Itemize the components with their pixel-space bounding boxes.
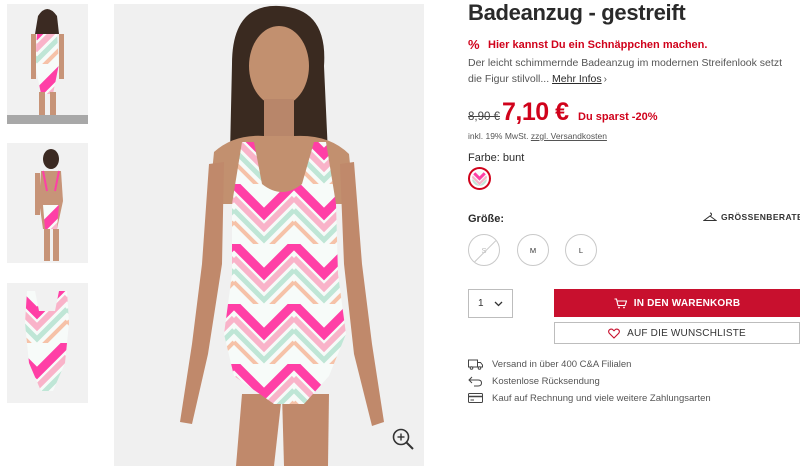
size-option-label: M <box>529 245 537 255</box>
size-option-label: S <box>481 245 487 255</box>
thumbnail-front[interactable] <box>7 4 88 124</box>
add-to-wishlist-button[interactable]: AUF DIE WUNSCHLISTE <box>554 322 800 344</box>
benefit-text: Kauf auf Rechnung und viele weitere Zahl… <box>492 392 711 404</box>
truck-icon <box>468 359 483 370</box>
chevron-right-icon: › <box>603 74 607 85</box>
zoom-in-icon[interactable] <box>390 426 416 452</box>
credit-card-icon <box>468 393 483 403</box>
benefit-payment: Kauf auf Rechnung und viele weitere Zahl… <box>468 392 711 404</box>
benefit-text: Versand in über 400 C&A Filialen <box>492 358 632 370</box>
heart-icon <box>608 327 621 339</box>
deal-text: Hier kannst Du ein Schnäppchen machen. <box>488 38 708 51</box>
add-to-wishlist-label: AUF DIE WUNSCHLISTE <box>627 327 746 339</box>
cart-icon <box>614 297 627 308</box>
return-arrow-icon <box>468 376 483 387</box>
size-guide-label: GRÖSSENBERATER <box>721 212 800 222</box>
product-description: Der leicht schimmernde Badeanzug im mode… <box>468 55 793 88</box>
hanger-icon <box>703 212 717 221</box>
product-title: Badeanzug - gestreift <box>468 0 686 25</box>
quantity-value: 1 <box>478 298 484 309</box>
product-thumbnail-image <box>7 4 88 124</box>
size-option-m[interactable]: M <box>517 234 549 266</box>
chevron-down-icon <box>494 301 503 306</box>
size-option-s[interactable]: S <box>468 234 500 266</box>
percent-icon: % <box>468 37 480 52</box>
description-text: Der leicht schimmernde Badeanzug im mode… <box>468 57 782 85</box>
tax-info: inkl. 19% MwSt. zzgl. Versandkosten <box>468 131 607 141</box>
quantity-select[interactable]: 1 <box>468 289 513 318</box>
savings-label: Du sparst -20% <box>578 111 658 123</box>
product-thumbnail-image <box>7 283 88 403</box>
benefit-text: Kostenlose Rücksendung <box>492 375 600 387</box>
tax-text: inkl. 19% MwSt. <box>468 131 529 141</box>
benefit-store-shipping: Versand in über 400 C&A Filialen <box>468 358 631 370</box>
deal-banner: % Hier kannst Du ein Schnäppchen machen. <box>468 37 707 52</box>
main-product-image[interactable] <box>114 4 424 466</box>
shipping-costs-link[interactable]: zzgl. Versandkosten <box>531 131 607 141</box>
size-option-l[interactable]: L <box>565 234 597 266</box>
product-thumbnail-image <box>7 143 88 263</box>
benefit-free-return: Kostenlose Rücksendung <box>468 375 600 387</box>
size-guide-link[interactable]: GRÖSSENBERATER <box>703 212 800 222</box>
add-to-cart-button[interactable]: IN DEN WARENKORB <box>554 289 800 317</box>
thumbnail-selected-indicator <box>7 115 88 124</box>
current-price: 7,10 € <box>502 98 569 126</box>
color-swatch-bunt[interactable] <box>468 167 491 190</box>
thumbnail-back[interactable] <box>7 143 88 263</box>
size-label: Größe: <box>468 213 505 225</box>
color-swatch-image <box>472 171 487 186</box>
size-option-label: L <box>578 245 584 255</box>
old-price: 8,90 € <box>468 111 500 123</box>
thumbnail-flat[interactable] <box>7 283 88 403</box>
color-label: Farbe: bunt <box>468 152 525 164</box>
model-photo <box>114 4 424 466</box>
more-info-link[interactable]: Mehr Infos <box>552 73 602 85</box>
add-to-cart-label: IN DEN WARENKORB <box>633 297 741 309</box>
